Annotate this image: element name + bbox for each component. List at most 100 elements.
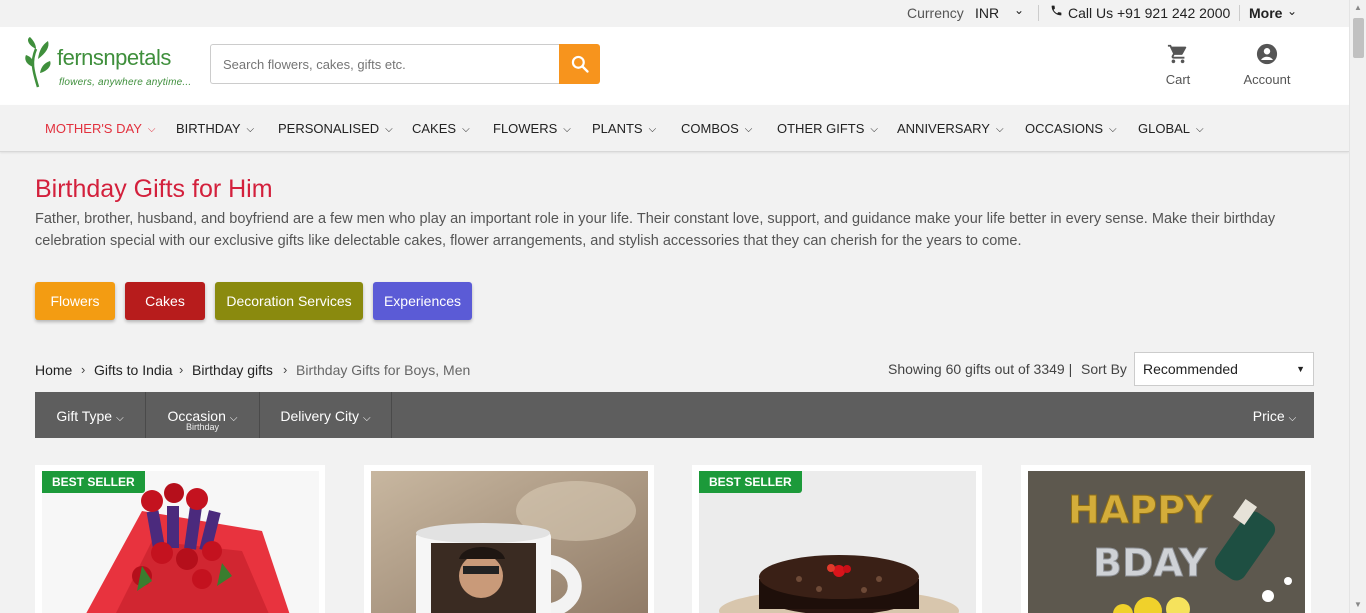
nav-label: MOTHER'S DAY [45,121,142,136]
filter-gift-type[interactable]: Gift Type ⌵ [35,392,146,438]
product-card[interactable] [364,465,654,613]
main-nav: MOTHER'S DAY ⌵ BIRTHDAY ⌵ PERSONALISED ⌵ CA… [0,105,1349,152]
currency-select[interactable]: INR [975,5,999,21]
results-count: Showing 60 gifts out of 3349 | [888,361,1073,377]
filter-price[interactable]: Price ⌵ [1235,392,1314,438]
more-menu[interactable]: More [1249,5,1282,21]
top-utility-bar: Currency INR ⌄ Call Us +91 921 242 2000 … [0,0,1349,27]
product-card[interactable]: BEST SELLER [692,465,982,613]
filter-label: Delivery City [280,408,359,424]
breadcrumb-home[interactable]: Home [35,362,72,378]
nav-label: FLOWERS [493,121,558,136]
account-button[interactable]: Account [1235,43,1299,87]
call-us-link[interactable]: Call Us +91 921 242 2000 [1068,5,1230,21]
sort-select[interactable]: Recommended ▼ [1134,352,1314,386]
scrollbar-thumb[interactable] [1353,18,1364,58]
chevron-down-icon: ⌵ [147,124,156,135]
chevron-down-icon: ⌵ [1109,124,1117,135]
breadcrumb-gifts-to-india[interactable]: Gifts to India [94,362,173,378]
chip-experiences[interactable]: Experiences [373,282,472,320]
chevron-down-icon: ⌵ [1196,124,1204,135]
nav-label: GLOBAL [1138,121,1191,136]
nav-item-plants[interactable]: PLANTS ⌵ [592,121,656,136]
product-image-photo-mug[interactable] [371,471,648,613]
chevron-down-icon[interactable]: ⌄ [1287,4,1297,18]
chevron-down-icon: ⌵ [563,124,571,135]
product-image-happy-bday-decoration[interactable]: HAPPY BDAY [1028,471,1305,613]
chevron-down-icon: ⌵ [648,124,657,135]
logo-wordmark: fernsnpetals [57,45,171,70]
best-seller-badge: BEST SELLER [42,471,145,493]
search-button[interactable] [559,44,600,84]
page-description: Father, brother, husband, and boyfriend … [35,211,1276,249]
filter-bar: Gift Type ⌵ Occasion ⌵ Birthday Delivery C… [35,392,1314,438]
nav-label: COMBOS [681,121,739,136]
nav-label: PLANTS [592,121,643,136]
chevron-down-icon: ⌵ [995,124,1004,135]
breadcrumb-current: Birthday Gifts for Boys, Men [296,362,471,378]
sort-value: Recommended [1143,361,1238,377]
breadcrumb-birthday-gifts[interactable]: Birthday gifts [192,362,273,378]
nav-label: OCCASIONS [1025,121,1104,136]
currency-label: Currency [907,5,964,21]
best-seller-badge: BEST SELLER [699,471,802,493]
account-icon [1256,43,1278,65]
nav-label: CAKES [412,121,457,136]
nav-item-personalised[interactable]: PERSONALISED ⌵ [278,121,393,136]
chevron-down-icon: ⌵ [870,124,878,135]
svg-text:BDAY: BDAY [1093,541,1207,585]
nav-item-birthday[interactable]: BIRTHDAY ⌵ [176,121,254,136]
search-input[interactable] [210,44,560,84]
svg-text:HAPPY: HAPPY [1068,488,1213,532]
filter-label: Gift Type [56,408,113,424]
account-label: Account [1243,72,1291,87]
site-header: fernsnpetals flowers, anywhere anytime..… [0,27,1349,105]
chip-decoration-services[interactable]: Decoration Services [215,282,363,320]
cart-label: Cart [1165,72,1191,87]
nav-item-combos[interactable]: COMBOS ⌵ [681,121,752,136]
chevron-down-icon: ⌵ [1288,413,1297,424]
filter-occasion[interactable]: Occasion ⌵ Birthday [146,392,260,438]
chevron-down-icon: ⌵ [462,124,470,135]
chip-flowers[interactable]: Flowers [35,282,115,320]
logo-tagline: flowers, anywhere anytime... [59,77,192,88]
product-card[interactable]: BEST SELLER [35,465,325,613]
chevron-right-icon: › [81,362,86,377]
nav-label: PERSONALISED [278,121,380,136]
sort-label: Sort By [1081,361,1127,377]
logo[interactable]: fernsnpetals flowers, anywhere anytime..… [24,33,194,93]
cart-button[interactable]: Cart [1158,43,1198,87]
nav-item-flowers[interactable]: FLOWERS ⌵ [493,121,571,136]
nav-item-global[interactable]: GLOBAL ⌵ [1138,121,1204,136]
nav-item-cakes[interactable]: CAKES ⌵ [412,121,470,136]
cart-icon [1167,44,1187,64]
nav-item-anniversary[interactable]: ANNIVERSARY ⌵ [897,121,1004,136]
product-card[interactable]: HAPPY BDAY [1021,465,1311,613]
chevron-right-icon: › [283,362,288,377]
nav-item-mothers-day[interactable]: MOTHER'S DAY ⌵ [45,121,155,136]
filter-occasion-value: Birthday [185,422,220,432]
nav-item-occasions[interactable]: OCCASIONS ⌵ [1025,121,1117,136]
nav-label: ANNIVERSARY [897,121,990,136]
nav-label: BIRTHDAY [176,121,241,136]
divider [1239,5,1240,21]
divider [1038,5,1039,21]
phone-icon [1050,4,1063,20]
chevron-down-icon: ⌵ [116,413,124,424]
chevron-down-icon: ⌵ [744,124,753,135]
scroll-up-icon[interactable]: ▲ [1354,3,1362,12]
page-scrollbar[interactable]: ▲ ▼ [1349,0,1366,613]
chevron-down-icon[interactable]: ⌄ [1014,3,1024,17]
chip-cakes[interactable]: Cakes [125,282,205,320]
scroll-down-icon[interactable]: ▼ [1354,600,1362,609]
nav-label: OTHER GIFTS [777,121,865,136]
chevron-right-icon: › [179,362,184,377]
logo-leaf-icon [25,37,51,88]
filter-label: Price [1252,408,1285,424]
chevron-down-icon: ⌵ [246,124,255,135]
chevron-down-icon: ⌵ [362,413,371,424]
caret-down-icon: ▼ [1296,364,1305,374]
chevron-down-icon: ⌵ [385,124,393,135]
nav-item-other-gifts[interactable]: OTHER GIFTS ⌵ [777,121,878,136]
filter-delivery-city[interactable]: Delivery City ⌵ [260,392,392,438]
